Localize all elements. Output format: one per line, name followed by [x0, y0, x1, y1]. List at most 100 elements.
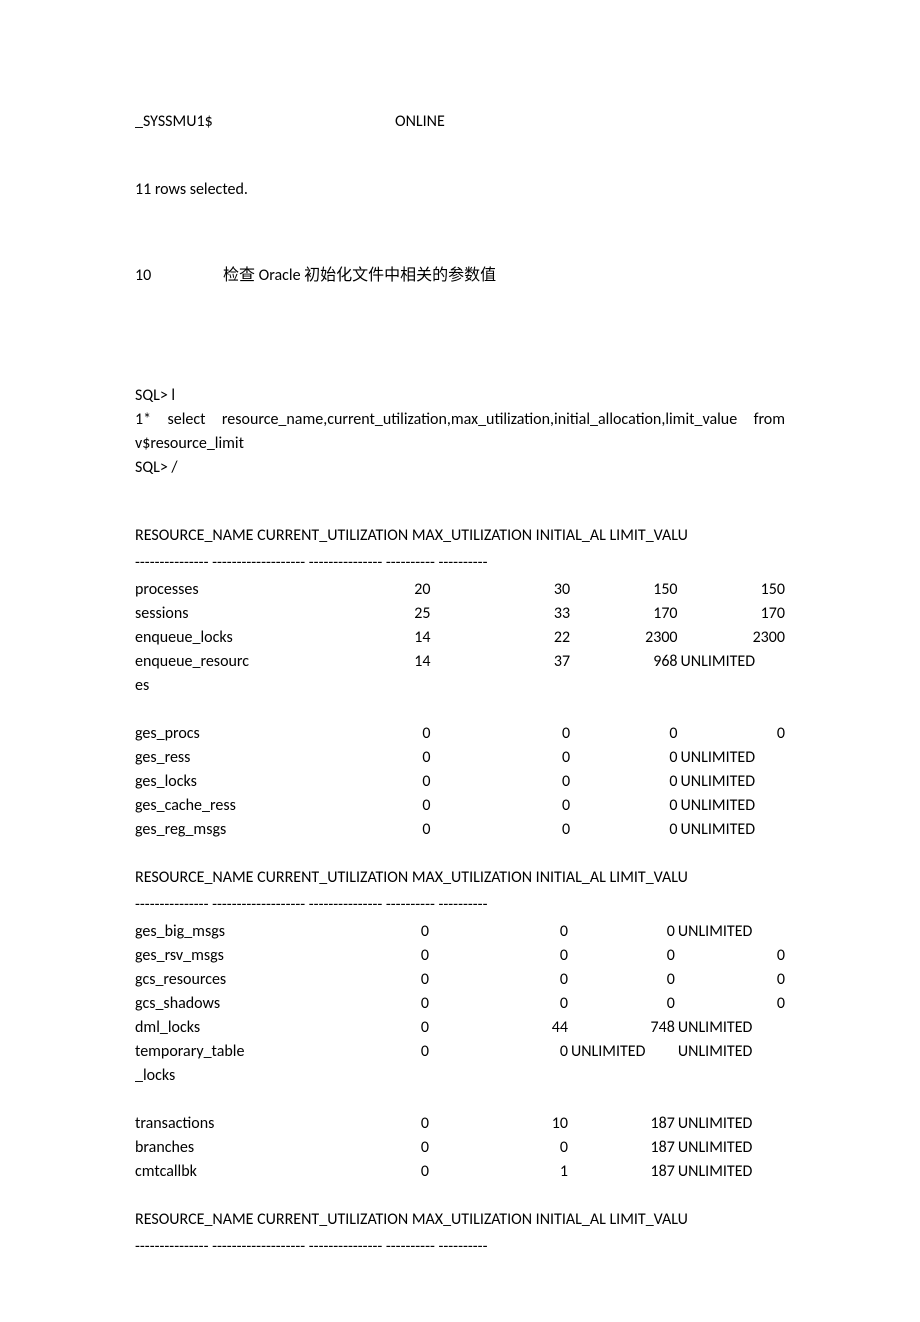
max-utilization: 37 — [430, 650, 570, 698]
table-row: ges_ress 0 0 0 UNLIMITED — [135, 746, 785, 770]
segment-row: _SYSSMU1$ ONLINE — [135, 110, 785, 134]
current-utilization: 14 — [280, 650, 430, 698]
resource-name: ges_locks — [135, 770, 280, 794]
initial-allocation: 0 — [570, 770, 677, 794]
resource-name: gcs_shadows — [135, 992, 279, 1016]
current-utilization: 0 — [279, 920, 429, 944]
initial-allocation: 0 — [570, 794, 677, 818]
limit-value: 0 — [675, 968, 785, 992]
table-row: transactions 0 10 187 UNLIMITED — [135, 1112, 785, 1136]
limit-value: UNLIMITED — [675, 1040, 785, 1088]
resource-name: cmtcallbk — [135, 1160, 279, 1184]
resource-name: enqueue_resources — [135, 650, 280, 698]
section-title-row: 10 检查 Oracle 初始化文件中相关的参数值 — [135, 264, 785, 288]
table-row: ges_big_msgs 0 0 0 UNLIMITED — [135, 920, 785, 944]
current-utilization: 0 — [279, 1136, 429, 1160]
limit-value: 0 — [675, 992, 785, 1016]
limit-value: UNLIMITED — [675, 1016, 785, 1040]
limit-value: UNLIMITED — [678, 794, 785, 818]
initial-allocation: 2300 — [570, 626, 677, 650]
current-utilization: 0 — [279, 1016, 429, 1040]
initial-allocation: 0 — [570, 746, 677, 770]
section-number: 10 — [135, 264, 223, 288]
resource-name: gcs_resources — [135, 968, 279, 992]
resource-name: ges_ress — [135, 746, 280, 770]
current-utilization: 0 — [280, 794, 430, 818]
initial-allocation: 0 — [570, 818, 677, 842]
limit-value: 150 — [678, 578, 785, 602]
limit-value: 170 — [678, 602, 785, 626]
initial-allocation: 187 — [568, 1136, 675, 1160]
limit-value: UNLIMITED — [675, 1136, 785, 1160]
segment-name: _SYSSMU1$ — [135, 110, 395, 134]
max-utilization: 0 — [430, 746, 570, 770]
resource-name: transactions — [135, 1112, 279, 1136]
limit-value: UNLIMITED — [678, 746, 785, 770]
resource-table: ges_big_msgs 0 0 0 UNLIMITED ges_rsv_msg… — [135, 920, 785, 1184]
table-header: RESOURCE_NAME CURRENT_UTILIZATION MAX_UT… — [135, 866, 785, 890]
current-utilization: 20 — [280, 578, 430, 602]
resource-name: branches — [135, 1136, 279, 1160]
sql-prompt: SQL> / — [135, 456, 785, 480]
current-utilization: 0 — [279, 968, 429, 992]
table-row: enqueue_locks 14 22 2300 2300 — [135, 626, 785, 650]
section-title: 检查 Oracle 初始化文件中相关的参数值 — [223, 264, 496, 288]
current-utilization: 0 — [279, 992, 429, 1016]
limit-value: 0 — [678, 722, 785, 746]
resource-name: processes — [135, 578, 280, 602]
rows-selected: 11 rows selected. — [135, 178, 785, 202]
table-row: dml_locks 0 44 748 UNLIMITED — [135, 1016, 785, 1040]
table-row: gcs_shadows 0 0 0 0 — [135, 992, 785, 1016]
max-utilization: 0 — [429, 992, 568, 1016]
current-utilization: 0 — [279, 944, 429, 968]
resource-name: ges_big_msgs — [135, 920, 279, 944]
divider: --------------- ------------------- ----… — [135, 551, 785, 575]
max-utilization: 33 — [430, 602, 570, 626]
table-row: sessions 25 33 170 170 — [135, 602, 785, 626]
initial-allocation: 0 — [570, 722, 677, 746]
max-utilization: 0 — [429, 920, 568, 944]
limit-value: 0 — [675, 944, 785, 968]
limit-value: UNLIMITED — [678, 818, 785, 842]
max-utilization: 0 — [429, 1136, 568, 1160]
table-row: branches 0 0 187 UNLIMITED — [135, 1136, 785, 1160]
table-row: ges_locks 0 0 0 UNLIMITED — [135, 770, 785, 794]
table-row: ges_procs 0 0 0 0 — [135, 722, 785, 746]
current-utilization: 25 — [280, 602, 430, 626]
resource-name: sessions — [135, 602, 280, 626]
max-utilization: 30 — [430, 578, 570, 602]
sql-prompt: SQL> l — [135, 384, 785, 408]
divider: --------------- ------------------- ----… — [135, 1235, 785, 1259]
sql-query: SQL> l 1* select resource_name,current_u… — [135, 384, 785, 480]
max-utilization: 0 — [430, 770, 570, 794]
current-utilization: 0 — [279, 1112, 429, 1136]
resource-name: ges_procs — [135, 722, 280, 746]
table-row: ges_rsv_msgs 0 0 0 0 — [135, 944, 785, 968]
initial-allocation: 0 — [568, 992, 675, 1016]
max-utilization: 44 — [429, 1016, 568, 1040]
limit-value: UNLIMITED — [675, 1112, 785, 1136]
table-header: RESOURCE_NAME CURRENT_UTILIZATION MAX_UT… — [135, 524, 785, 548]
limit-value: UNLIMITED — [675, 920, 785, 944]
initial-allocation: 968 — [570, 650, 677, 698]
resource-name: ges_cache_ress — [135, 794, 280, 818]
max-utilization: 22 — [430, 626, 570, 650]
limit-value: UNLIMITED — [678, 770, 785, 794]
max-utilization: 0 — [430, 818, 570, 842]
initial-allocation: 0 — [568, 920, 675, 944]
max-utilization: 10 — [429, 1112, 568, 1136]
initial-allocation: UNLIMITED — [568, 1040, 675, 1088]
table-row: ges_reg_msgs 0 0 0 UNLIMITED — [135, 818, 785, 842]
current-utilization: 0 — [280, 722, 430, 746]
table-row: gcs_resources 0 0 0 0 — [135, 968, 785, 992]
max-utilization: 0 — [430, 722, 570, 746]
limit-value: UNLIMITED — [675, 1160, 785, 1184]
initial-allocation: 187 — [568, 1112, 675, 1136]
table-row: enqueue_resources 14 37 968 UNLIMITED — [135, 650, 785, 698]
max-utilization: 1 — [429, 1160, 568, 1184]
table-row: ges_cache_ress 0 0 0 UNLIMITED — [135, 794, 785, 818]
initial-allocation: 748 — [568, 1016, 675, 1040]
segment-status: ONLINE — [395, 110, 445, 134]
current-utilization: 0 — [279, 1160, 429, 1184]
table-header: RESOURCE_NAME CURRENT_UTILIZATION MAX_UT… — [135, 1208, 785, 1232]
